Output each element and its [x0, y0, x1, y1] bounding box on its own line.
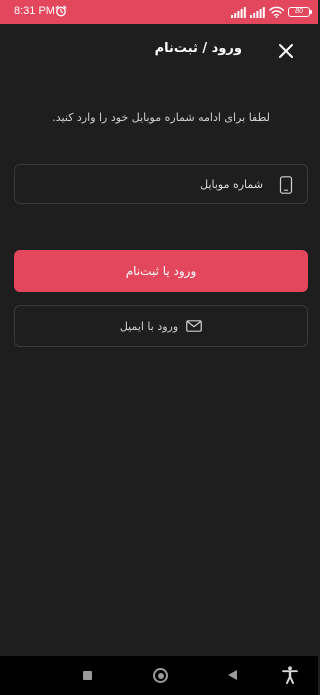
email-login-button[interactable]: ورود با ایمیل [14, 305, 308, 347]
status-time: 8:31 PM [14, 5, 55, 17]
navigation-bar [0, 656, 318, 695]
phone-icon [279, 176, 293, 194]
email-login-label: ورود با ایمیل [119, 319, 179, 333]
recents-icon[interactable] [83, 671, 92, 680]
login-register-button[interactable]: ورود یا ثبت‌نام [14, 250, 308, 292]
phone-field[interactable] [14, 164, 308, 204]
phone-input[interactable] [33, 165, 263, 203]
header: ورود / ثبت‌نام [0, 24, 318, 76]
battery-icon: 80 [288, 7, 312, 17]
instruction-text: لطفا برای ادامه شماره موبایل خود را وارد… [52, 111, 270, 124]
close-icon[interactable] [276, 41, 296, 61]
page-title: ورود / ثبت‌نام [154, 41, 242, 56]
alarm-icon [55, 5, 67, 17]
back-icon[interactable] [228, 670, 237, 680]
home-icon[interactable] [153, 668, 168, 683]
accessibility-icon[interactable] [282, 666, 298, 684]
wifi-icon [269, 6, 284, 18]
status-icons: 80 [231, 5, 312, 19]
signal-icon [250, 6, 265, 18]
signal-icon [231, 6, 246, 18]
mail-icon [186, 320, 202, 332]
battery-level: 80 [295, 8, 303, 15]
status-bar: 8:31 PM 80 [0, 0, 318, 24]
